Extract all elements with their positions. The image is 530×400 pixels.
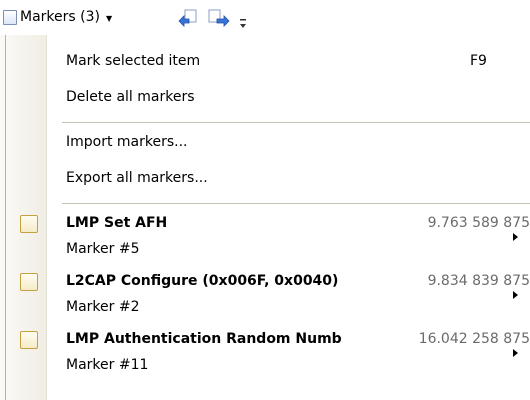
next-marker-icon <box>208 9 230 27</box>
document-icon <box>3 9 17 25</box>
next-marker-button[interactable] <box>207 6 231 28</box>
markers-dropdown-label: Markers (3) <box>20 9 100 25</box>
marker-timestamp: 9.763 589 875 <box>427 215 530 231</box>
chevron-down-icon: ▼ <box>105 13 113 23</box>
menu-item-delete-all[interactable]: Delete all markers <box>66 89 195 105</box>
menu-left-border <box>5 35 6 400</box>
marker-checkbox[interactable] <box>20 215 38 233</box>
submenu-arrow-icon[interactable] <box>513 349 518 357</box>
toolbar-overflow-icon <box>240 19 246 28</box>
menu-separator <box>62 203 530 204</box>
menu-item-export[interactable]: Export all markers... <box>66 170 208 186</box>
marker-checkbox[interactable] <box>20 331 38 349</box>
markers-dropdown-button[interactable]: Markers (3) ▼ <box>3 6 112 28</box>
marker-subtitle: Marker #2 <box>66 299 140 315</box>
marker-timestamp: 16.042 258 875 <box>418 331 530 347</box>
submenu-arrow-icon[interactable] <box>513 233 518 241</box>
marker-checkbox[interactable] <box>20 273 38 291</box>
marker-timestamp: 9.834 839 875 <box>427 273 530 289</box>
menu-separator <box>62 122 530 123</box>
marker-title[interactable]: LMP Authentication Random Numb <box>66 331 342 347</box>
menu-item-mark-selected[interactable]: Mark selected item <box>66 53 200 69</box>
markers-toolbar: Markers (3) ▼ <box>0 0 530 34</box>
submenu-arrow-icon[interactable] <box>513 291 518 299</box>
marker-title[interactable]: LMP Set AFH <box>66 215 167 231</box>
toolbar-overflow-button[interactable] <box>239 12 247 34</box>
marker-subtitle: Marker #11 <box>66 357 149 373</box>
previous-marker-icon <box>178 9 197 27</box>
previous-marker-button[interactable] <box>177 6 201 28</box>
marker-title[interactable]: L2CAP Configure (0x006F, 0x0040) <box>66 273 338 289</box>
menu-item-import[interactable]: Import markers... <box>66 134 188 150</box>
markers-menu: Mark selected item F9 Delete all markers… <box>0 35 530 400</box>
marker-subtitle: Marker #5 <box>66 241 140 257</box>
shortcut-f9: F9 <box>470 53 487 69</box>
